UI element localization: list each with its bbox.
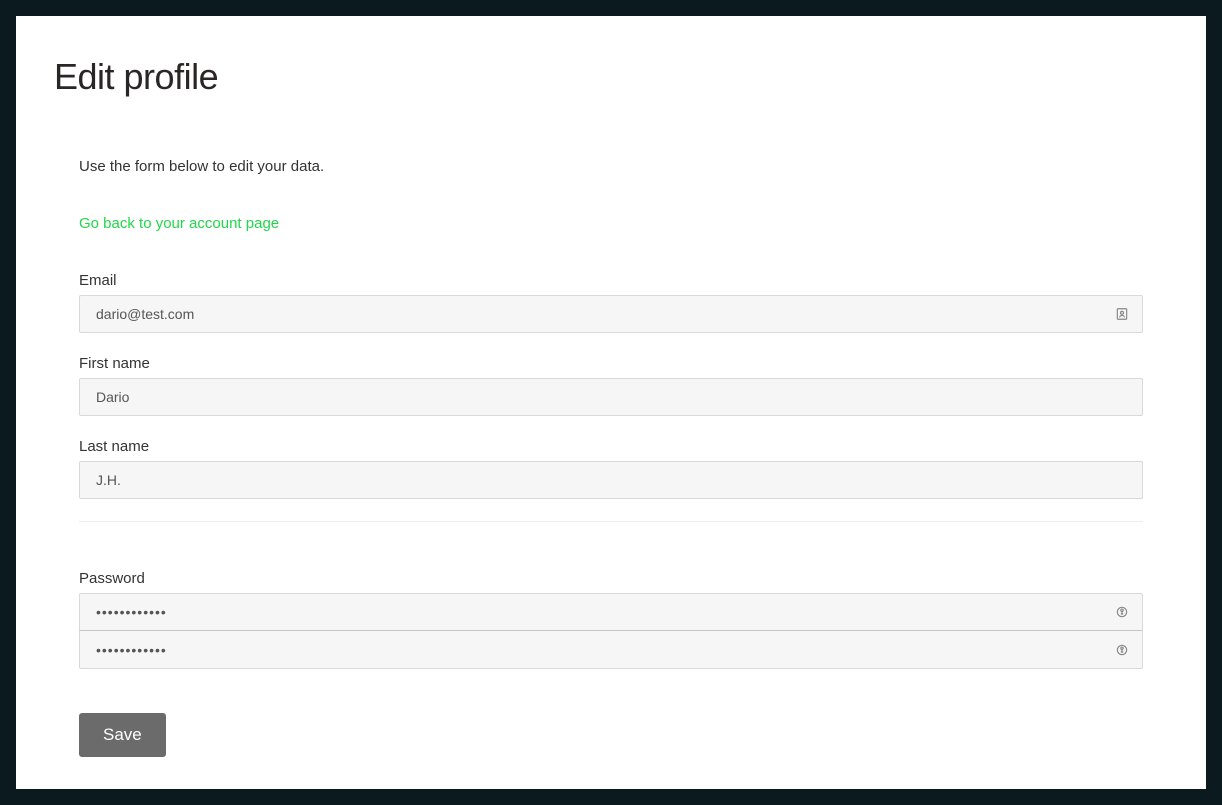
password-input-wrapper [79,593,1143,631]
email-field[interactable] [79,295,1143,333]
section-divider [79,521,1143,522]
password-label: Password [79,570,1143,587]
page-title: Edit profile [54,56,1168,98]
password-inputs [79,593,1143,669]
password-confirm-input-wrapper [79,631,1143,669]
last-name-field[interactable] [79,461,1143,499]
password-group: Password [79,570,1143,669]
last-name-label: Last name [79,438,1143,455]
email-group: Email [79,272,1143,333]
password-field[interactable] [79,593,1143,631]
email-input-wrapper [79,295,1143,333]
back-to-account-link[interactable]: Go back to your account page [79,215,279,232]
first-name-group: First name [79,355,1143,416]
last-name-group: Last name [79,438,1143,499]
first-name-label: First name [79,355,1143,372]
first-name-field[interactable] [79,378,1143,416]
content-area: Use the form below to edit your data. Go… [54,158,1168,757]
save-button[interactable]: Save [79,713,166,757]
password-confirm-field[interactable] [79,631,1143,669]
page-container: Edit profile Use the form below to edit … [16,16,1206,789]
email-label: Email [79,272,1143,289]
intro-text: Use the form below to edit your data. [79,158,1143,175]
